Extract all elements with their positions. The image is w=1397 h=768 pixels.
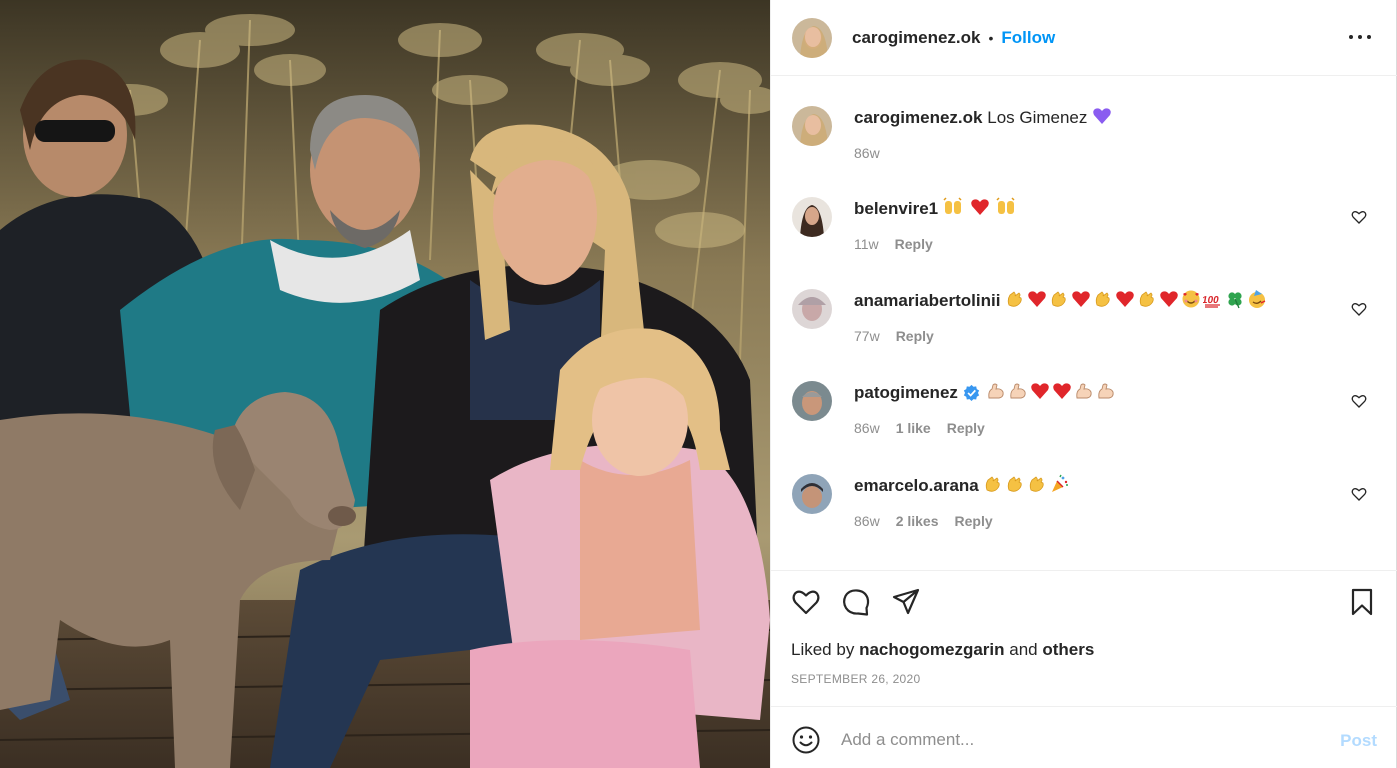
comment-username[interactable]: anamariabertolinii xyxy=(854,291,1000,310)
red-heart-icon xyxy=(1031,383,1050,399)
post-header: carogimenez.ok • Follow xyxy=(771,0,1397,76)
flexed-biceps-icon xyxy=(988,383,1004,399)
flexed-biceps-icon xyxy=(1098,383,1114,399)
commenter-avatar[interactable] xyxy=(792,197,832,237)
heart-icon[interactable] xyxy=(791,587,821,617)
svg-text:100: 100 xyxy=(1203,295,1220,306)
author-avatar[interactable] xyxy=(792,17,832,58)
comment-time[interactable]: 86w xyxy=(854,420,880,436)
comment-item: anamariabertolinii 100 77w Reply xyxy=(792,289,1377,344)
caption-avatar[interactable] xyxy=(792,106,832,146)
raised-hands-icon xyxy=(943,197,962,214)
commenter-avatar[interactable] xyxy=(792,474,832,514)
commenter-avatar[interactable] xyxy=(792,289,832,329)
clapping-hands-icon xyxy=(986,476,1001,492)
comment-line: belenvire1 xyxy=(854,197,1018,220)
comment-input[interactable] xyxy=(841,725,1321,755)
comment-username[interactable]: belenvire1 xyxy=(854,199,938,218)
post-side-panel: carogimenez.ok • Follow carogimenez.ok L… xyxy=(770,0,1397,768)
verified-badge-icon xyxy=(963,384,979,401)
comment-time[interactable]: 11w xyxy=(854,236,879,252)
liked-user[interactable]: nachogomezgarin xyxy=(859,640,1004,659)
comment-meta: 11w Reply xyxy=(854,236,1018,252)
post-caption: carogimenez.ok Los Gimenez 86w xyxy=(792,106,1114,161)
commenter-avatar[interactable] xyxy=(792,381,832,421)
clapping-hands-icon xyxy=(1030,476,1045,492)
post-comment-button[interactable]: Post xyxy=(1340,731,1377,751)
comment-line: patogimenez xyxy=(854,381,1118,404)
reply-button[interactable]: Reply xyxy=(896,328,934,344)
comment-like-heart-icon[interactable] xyxy=(1351,486,1367,502)
comment-icon[interactable] xyxy=(841,587,871,617)
flexed-biceps-icon xyxy=(1010,383,1026,399)
comment-line: emarcelo.arana xyxy=(854,474,1071,497)
clapping-hands-icon xyxy=(1095,291,1110,307)
comment-like-heart-icon[interactable] xyxy=(1351,209,1367,225)
red-heart-icon xyxy=(970,199,989,215)
comment-emojis xyxy=(983,474,1071,495)
follow-button[interactable]: Follow xyxy=(1001,28,1055,48)
comment-emojis: 100 xyxy=(1005,290,1269,310)
caption-text: Los Gimenez xyxy=(987,108,1088,127)
comment-username[interactable]: emarcelo.arana xyxy=(854,476,979,495)
comment-likes-count[interactable]: 1 like xyxy=(896,420,931,436)
red-heart-icon xyxy=(1053,383,1072,399)
comment-meta: 86w 2 likes Reply xyxy=(854,513,1071,529)
comment-item: patogimenez 86w 1 like Reply xyxy=(792,381,1377,436)
comment-meta: 77w Reply xyxy=(854,328,1269,344)
reply-button[interactable]: Reply xyxy=(955,513,993,529)
paper-plane-icon[interactable] xyxy=(891,587,921,617)
liked-others[interactable]: others xyxy=(1042,640,1094,659)
red-heart-icon xyxy=(1072,291,1090,307)
post-dialog: carogimenez.ok • Follow carogimenez.ok L… xyxy=(0,0,1397,768)
partying-face-icon xyxy=(1249,290,1266,308)
comment-username[interactable]: patogimenez xyxy=(854,383,958,402)
comment-like-heart-icon[interactable] xyxy=(1351,301,1367,317)
add-comment-bar: Post xyxy=(771,706,1397,768)
header-separator: • xyxy=(988,29,994,46)
caption-username[interactable]: carogimenez.ok xyxy=(854,108,983,127)
clapping-hands-icon xyxy=(1007,291,1022,307)
red-heart-icon xyxy=(1028,291,1046,307)
party-popper-icon xyxy=(1052,474,1069,492)
red-heart-icon xyxy=(1160,291,1178,307)
comment-meta: 86w 1 like Reply xyxy=(854,420,1118,436)
post-date[interactable]: SEPTEMBER 26, 2020 xyxy=(791,672,920,686)
smiling-face-with-hearts-icon xyxy=(1182,290,1200,308)
comment-likes-count[interactable]: 2 likes xyxy=(896,513,939,529)
clapping-hands-icon xyxy=(1051,291,1066,307)
family-photo-illustration xyxy=(0,0,770,768)
reply-button[interactable]: Reply xyxy=(947,420,985,436)
flexed-biceps-icon xyxy=(1076,383,1092,399)
comment-time[interactable]: 86w xyxy=(854,513,880,529)
caption-time[interactable]: 86w xyxy=(854,145,880,161)
clapping-hands-icon xyxy=(1008,476,1023,492)
smiley-icon[interactable] xyxy=(791,725,821,755)
raised-hands-icon xyxy=(996,197,1015,214)
comment-line: anamariabertolinii 100 xyxy=(854,289,1269,312)
caption-line: carogimenez.ok Los Gimenez xyxy=(854,106,1114,129)
reply-button[interactable]: Reply xyxy=(895,236,933,252)
bookmark-icon[interactable] xyxy=(1347,587,1377,617)
post-photo[interactable] xyxy=(0,0,770,768)
purple-heart-icon xyxy=(1093,108,1111,124)
author-username[interactable]: carogimenez.ok xyxy=(852,28,981,48)
comment-time[interactable]: 77w xyxy=(854,328,880,344)
liked-prefix: Liked by xyxy=(791,640,855,659)
more-options-icon[interactable] xyxy=(1349,26,1371,48)
comment-emojis xyxy=(986,383,1118,402)
four-leaf-clover-icon xyxy=(1228,292,1242,309)
post-actions: Liked by nachogomezgarin and others SEPT… xyxy=(771,570,1397,706)
liked-and: and xyxy=(1009,640,1038,659)
hundred-points-icon: 100 xyxy=(1203,295,1221,308)
caption-meta: 86w xyxy=(854,145,1114,161)
comment-item: belenvire1 11w Reply xyxy=(792,197,1377,252)
clapping-hands-icon xyxy=(1139,291,1154,307)
comment-like-heart-icon[interactable] xyxy=(1351,393,1367,409)
red-heart-icon xyxy=(1116,291,1134,307)
comment-item: emarcelo.arana 86w 2 likes Reply xyxy=(792,474,1377,529)
liked-by: Liked by nachogomezgarin and others xyxy=(791,640,1094,660)
